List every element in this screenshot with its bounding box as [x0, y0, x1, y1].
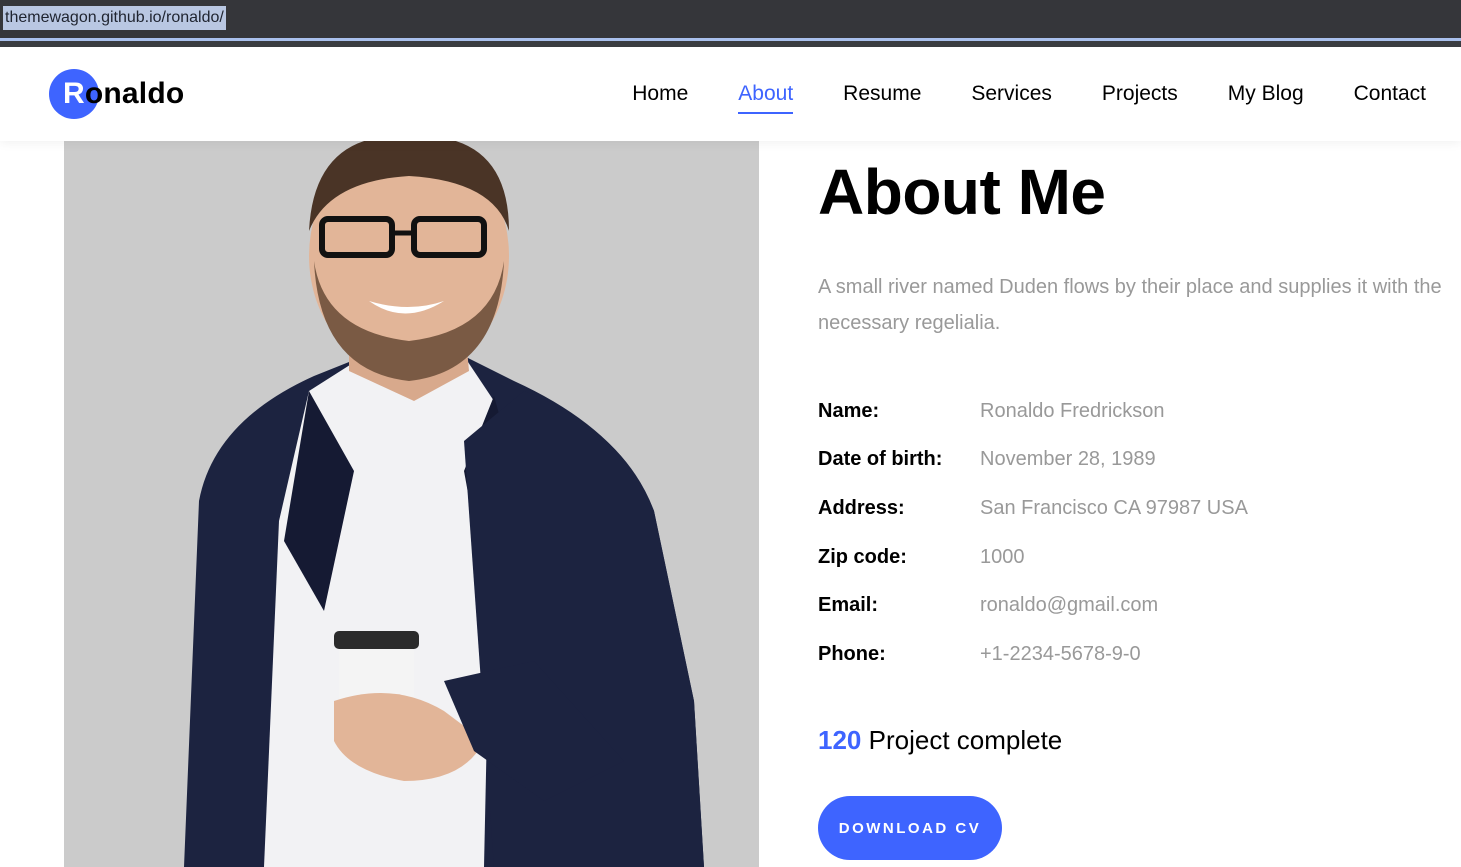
- main-nav: Home About Resume Services Projects My B…: [582, 47, 1426, 141]
- info-row-address: Address: San Francisco CA 97987 USA: [818, 484, 1448, 533]
- url-text[interactable]: themewagon.github.io/ronaldo/: [3, 6, 226, 30]
- site-logo[interactable]: Ronaldo: [49, 69, 184, 119]
- logo-first-letter: R: [63, 77, 85, 110]
- projects-complete: 120 Project complete: [818, 725, 1062, 756]
- nav-contact[interactable]: Contact: [1354, 82, 1426, 106]
- info-row-name: Name: Ronaldo Fredrickson: [818, 387, 1448, 436]
- info-label: Address:: [818, 496, 905, 519]
- info-value: 1000: [980, 545, 1025, 568]
- about-description: A small river named Duden flows by their…: [818, 276, 1442, 334]
- person-illustration: [184, 141, 704, 867]
- nav-about[interactable]: About: [738, 82, 793, 114]
- info-label: Email:: [818, 594, 879, 617]
- site-navbar: Ronaldo Home About Resume Services Proje…: [0, 47, 1461, 141]
- browser-address-bar[interactable]: themewagon.github.io/ronaldo/: [0, 0, 1461, 38]
- info-value: ronaldo@gmail.com: [980, 594, 1159, 617]
- info-value: +1-2234-5678-9-0: [980, 642, 1141, 665]
- logo-rest: onaldo: [84, 77, 185, 110]
- info-row-dob: Date of birth: November 28, 1989: [818, 436, 1448, 485]
- info-value: November 28, 1989: [980, 448, 1156, 471]
- nav-services[interactable]: Services: [971, 82, 1052, 106]
- about-title: About Me: [818, 156, 1106, 228]
- info-label: Name:: [818, 399, 880, 422]
- projects-count: 120: [818, 725, 862, 755]
- nav-my-blog[interactable]: My Blog: [1228, 82, 1304, 106]
- info-value: Ronaldo Fredrickson: [980, 399, 1165, 422]
- projects-label: Project complete: [868, 725, 1063, 755]
- info-row-email: Email: ronaldo@gmail.com: [818, 581, 1448, 630]
- logo-text: Ronaldo: [49, 77, 184, 111]
- download-cv-button[interactable]: DOWNLOAD CV: [818, 796, 1002, 860]
- personal-info-list: Name: Ronaldo Fredrickson Date of birth:…: [818, 387, 1448, 679]
- info-label: Zip code:: [818, 545, 907, 568]
- profile-photo: [64, 141, 759, 867]
- info-row-zip: Zip code: 1000: [818, 533, 1448, 582]
- nav-home[interactable]: Home: [632, 82, 688, 106]
- info-label: Phone:: [818, 642, 886, 665]
- info-value: San Francisco CA 97987 USA: [980, 496, 1248, 519]
- nav-resume[interactable]: Resume: [843, 82, 921, 106]
- info-row-phone: Phone: +1-2234-5678-9-0: [818, 630, 1448, 679]
- nav-projects[interactable]: Projects: [1102, 82, 1178, 106]
- info-label: Date of birth:: [818, 448, 943, 471]
